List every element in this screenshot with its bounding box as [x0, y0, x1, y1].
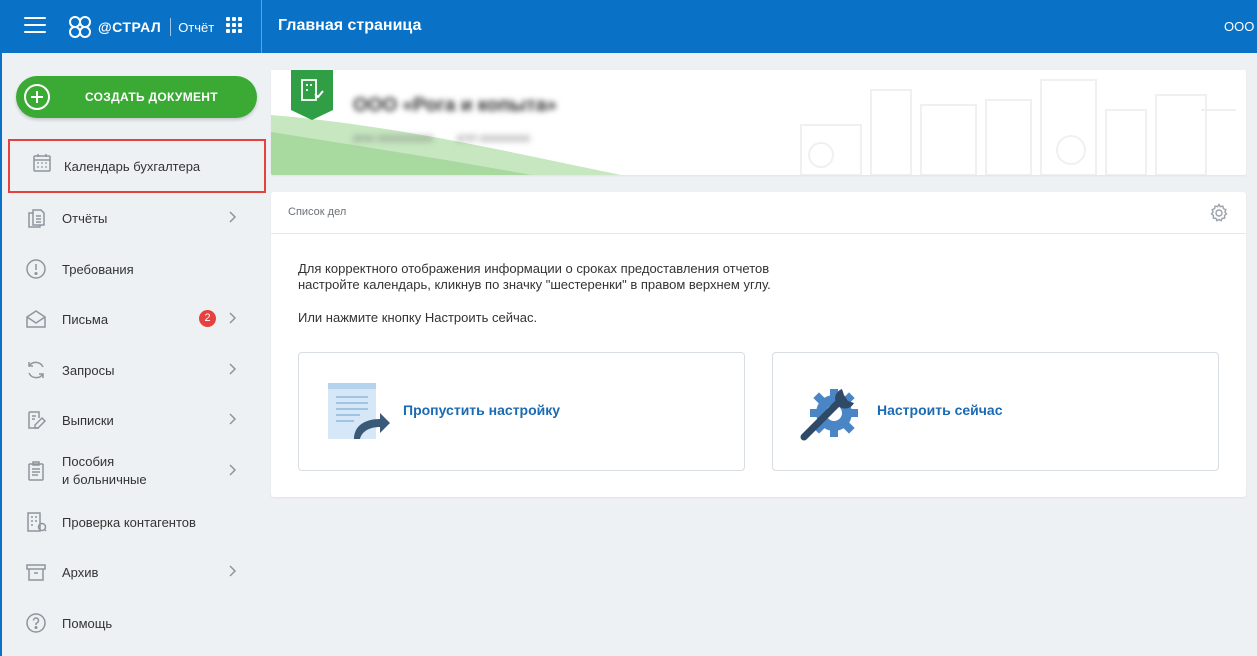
- company-inn: ИНН 0000000000: [353, 134, 434, 145]
- setup-now-button[interactable]: Настроить сейчас: [772, 352, 1219, 471]
- top-bar: @СТРАЛ Отчёт Главная страница ООО «: [0, 0, 1257, 53]
- sidebar: СОЗДАТЬ ДОКУМЕНТ Календарь бухгалтера От…: [0, 53, 266, 656]
- sidebar-item-label: Помощь: [62, 616, 113, 631]
- logo[interactable]: @СТРАЛ Отчёт: [66, 13, 214, 41]
- sidebar-item-counterparty-check[interactable]: Проверка контагентов: [2, 498, 264, 544]
- company-kpp: КПП 000000000: [457, 134, 531, 145]
- sidebar-item-reports[interactable]: Отчёты: [2, 194, 264, 240]
- tasks-instructions: Для корректного отображения информации о…: [298, 261, 771, 293]
- instructions-line3: Или нажмите кнопку Настроить сейчас.: [298, 310, 538, 325]
- tasks-header: Список дел: [271, 192, 1246, 234]
- sidebar-item-help[interactable]: Помощь: [2, 599, 264, 645]
- alert-circle-icon: [26, 259, 46, 279]
- chevron-right-icon: [229, 565, 237, 577]
- instructions-line2: настройте календарь, кликнув по значку "…: [298, 277, 771, 292]
- building-check-icon: [27, 512, 47, 532]
- sidebar-item-label: Запросы: [62, 363, 115, 378]
- sidebar-item-calendar[interactable]: Календарь бухгалтера: [8, 139, 266, 193]
- sidebar-item-label: Календарь бухгалтера: [64, 159, 201, 174]
- chevron-right-icon: [229, 211, 237, 223]
- chevron-right-icon: [229, 464, 237, 476]
- edit-document-icon: [28, 411, 47, 429]
- sidebar-item-requests[interactable]: Запросы: [2, 346, 264, 392]
- chevron-right-icon: [229, 413, 237, 425]
- sidebar-item-label: Отчёты: [62, 211, 108, 226]
- organization-selector[interactable]: ООО «: [1224, 19, 1257, 34]
- unread-count-badge: 2: [199, 310, 216, 327]
- logo-divider: [170, 18, 172, 36]
- document-arrow-icon: [328, 383, 390, 439]
- sidebar-item-requirements[interactable]: Требования: [2, 245, 264, 291]
- setup-now-label: Настроить сейчас: [877, 402, 1003, 418]
- apps-grid-icon[interactable]: [226, 17, 242, 33]
- wrench-gear-icon: [800, 389, 858, 441]
- calendar-icon: [33, 154, 51, 172]
- sidebar-item-label: Требования: [62, 262, 134, 277]
- company-name: ООО «Рога и копыта»: [353, 95, 557, 116]
- envelope-icon: [26, 310, 46, 328]
- instructions-line1: Для корректного отображения информации о…: [298, 261, 770, 276]
- sidebar-item-label: Проверка контагентов: [62, 515, 196, 530]
- gear-icon[interactable]: [1209, 203, 1229, 223]
- sidebar-item-label: Архив: [62, 565, 99, 580]
- city-background-illustration: [271, 79, 1236, 175]
- page-title: Главная страница: [278, 17, 422, 34]
- chevron-right-icon: [229, 312, 237, 324]
- refresh-icon: [28, 361, 44, 379]
- menu-icon[interactable]: [24, 17, 46, 35]
- company-card: ООО «Рога и копыта» ИНН 0000000000 КПП 0…: [271, 70, 1246, 175]
- skip-setup-button[interactable]: Пропустить настройку: [298, 352, 745, 471]
- astral-logo-icon: [69, 16, 91, 38]
- create-document-button[interactable]: СОЗДАТЬ ДОКУМЕНТ: [16, 76, 257, 118]
- company-building-icon: [291, 70, 333, 120]
- archive-icon: [26, 564, 46, 581]
- sidebar-item-label: Пособия и больничные: [62, 453, 147, 489]
- documents-icon: [28, 209, 45, 228]
- chevron-right-icon: [229, 363, 237, 375]
- help-icon: [26, 613, 46, 633]
- sidebar-item-label: Выписки: [62, 413, 114, 428]
- sidebar-item-archive[interactable]: Архив: [2, 548, 264, 594]
- sidebar-item-letters[interactable]: Письма 2: [2, 295, 264, 341]
- tasks-panel: Список дел Для корректного отображения и…: [271, 192, 1246, 497]
- sidebar-item-label-line2: и больничные: [62, 472, 147, 487]
- create-document-label: СОЗДАТЬ ДОКУМЕНТ: [85, 90, 218, 104]
- brand-area: @СТРАЛ Отчёт: [0, 0, 262, 53]
- sidebar-item-statements[interactable]: Выписки: [2, 396, 264, 442]
- brand-name: @СТРАЛ: [98, 19, 162, 35]
- sidebar-item-label-line1: Пособия: [62, 454, 115, 469]
- tasks-title: Список дел: [288, 206, 347, 218]
- sidebar-item-label: Письма: [62, 312, 109, 327]
- skip-setup-label: Пропустить настройку: [403, 402, 561, 418]
- plus-circle-icon: [24, 84, 50, 110]
- product-name: Отчёт: [178, 19, 215, 35]
- clipboard-icon: [28, 461, 44, 481]
- sidebar-item-benefits[interactable]: Пособия и больничные: [2, 447, 264, 493]
